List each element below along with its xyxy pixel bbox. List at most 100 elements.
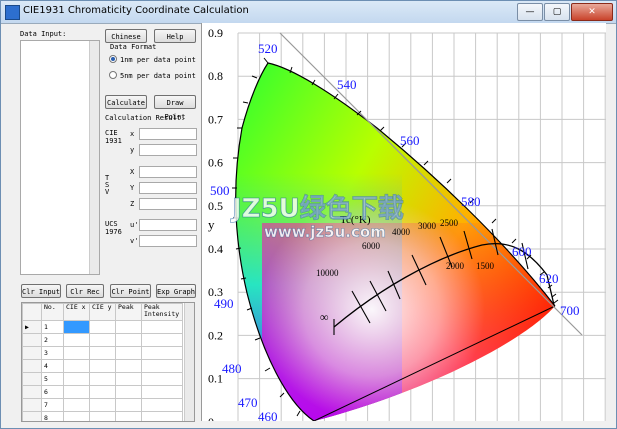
table-cell[interactable] bbox=[115, 385, 142, 399]
table-cell[interactable] bbox=[115, 359, 142, 373]
wavelength-label: 700 bbox=[560, 303, 580, 318]
app-window: CIE1931 Chromaticity Coordinate Calculat… bbox=[0, 0, 617, 429]
table-scrollbar[interactable] bbox=[184, 303, 194, 421]
table-cell[interactable] bbox=[63, 359, 90, 373]
maximize-button[interactable]: ▢ bbox=[544, 3, 570, 21]
table-row[interactable]: 4 bbox=[22, 359, 183, 373]
table-row[interactable]: 8 bbox=[22, 411, 183, 421]
table-cell[interactable] bbox=[63, 385, 90, 399]
table-cell[interactable] bbox=[89, 346, 116, 360]
table-cell[interactable] bbox=[115, 372, 142, 386]
table-row[interactable]: 3 bbox=[22, 346, 183, 360]
ucs-u-field[interactable] bbox=[139, 219, 197, 231]
row-no[interactable]: 1 bbox=[41, 320, 64, 334]
table-cell[interactable] bbox=[63, 398, 90, 412]
temperature-label: 3000 bbox=[418, 221, 437, 231]
row-no[interactable]: 3 bbox=[41, 346, 64, 360]
temperature-label: 4000 bbox=[392, 227, 411, 237]
help-button[interactable]: Help bbox=[154, 29, 196, 43]
chromaticity-diagram[interactable]: 0.90.80.70.60.50.40.30.20.10 y 520540560… bbox=[202, 23, 606, 429]
row-no[interactable]: 8 bbox=[41, 411, 64, 421]
col-header-peak-intensity[interactable]: Peak Intensity bbox=[141, 303, 183, 321]
table-cell[interactable] bbox=[141, 333, 183, 347]
window-title: CIE1931 Chromaticity Coordinate Calculat… bbox=[23, 5, 249, 16]
col-header-cie-y[interactable]: CIE y bbox=[89, 303, 116, 321]
table-row[interactable]: 2 bbox=[22, 333, 183, 347]
y-tick-label: 0 bbox=[208, 415, 214, 421]
temperature-label: 6000 bbox=[362, 241, 381, 251]
row-no[interactable]: 7 bbox=[41, 398, 64, 412]
table-cell[interactable] bbox=[141, 411, 183, 421]
col-header-peak[interactable]: Peak bbox=[115, 303, 142, 321]
cie-x-field[interactable] bbox=[139, 128, 197, 140]
table-cell[interactable] bbox=[141, 385, 183, 399]
table-row[interactable]: 5 bbox=[22, 372, 183, 386]
data-input-textarea[interactable] bbox=[20, 40, 100, 275]
wavelength-label: 480 bbox=[222, 361, 242, 376]
tristimulus-X-field[interactable] bbox=[139, 166, 197, 178]
table-cell[interactable] bbox=[115, 320, 142, 334]
y-tick-label: 0.5 bbox=[208, 199, 223, 213]
cie-y-field[interactable] bbox=[139, 144, 197, 156]
results-table[interactable]: No. CIE x CIE y Peak Peak Intensity ▶ 1 2… bbox=[21, 302, 195, 422]
table-cell[interactable] bbox=[63, 411, 90, 421]
temperature-label: 1500 bbox=[476, 261, 495, 271]
table-row[interactable]: 7 bbox=[22, 398, 183, 412]
temperature-label: ∞ bbox=[320, 310, 329, 324]
table-row[interactable]: ▶ 1 bbox=[22, 320, 183, 334]
minimize-button[interactable]: — bbox=[517, 3, 543, 21]
table-cell[interactable] bbox=[63, 372, 90, 386]
table-cell[interactable] bbox=[89, 359, 116, 373]
table-cell[interactable] bbox=[89, 333, 116, 347]
exp-graph-button[interactable]: Exp Graph bbox=[156, 284, 196, 298]
format-5nm-label: 5nm per data point bbox=[120, 72, 196, 80]
title-bar[interactable]: CIE1931 Chromaticity Coordinate Calculat… bbox=[1, 1, 616, 24]
chinese-button[interactable]: Chinese bbox=[105, 29, 147, 43]
wavelength-label: 500 bbox=[210, 183, 230, 198]
table-cell[interactable] bbox=[89, 411, 116, 421]
clr-input-button[interactable]: Clr Input bbox=[21, 284, 61, 298]
table-cell[interactable] bbox=[89, 398, 116, 412]
col-header-no[interactable]: No. bbox=[41, 303, 64, 321]
chromaticity-chart-panel: 0.90.80.70.60.50.40.30.20.10 y 520540560… bbox=[201, 23, 606, 429]
table-cell[interactable] bbox=[115, 333, 142, 347]
table-cell[interactable] bbox=[141, 346, 183, 360]
format-5nm-radio[interactable] bbox=[109, 71, 117, 79]
col-header-cie-x[interactable]: CIE x bbox=[63, 303, 90, 321]
table-cell[interactable] bbox=[141, 320, 183, 334]
locus-tick bbox=[491, 218, 497, 224]
close-button[interactable]: ✕ bbox=[571, 3, 613, 21]
row-no[interactable]: 6 bbox=[41, 385, 64, 399]
tristimulus-group-label: T S V bbox=[105, 174, 110, 196]
table-cell[interactable] bbox=[115, 346, 142, 360]
table-cell[interactable] bbox=[63, 333, 90, 347]
y-tick-label: 0.9 bbox=[208, 26, 223, 40]
data-input-scrollbar[interactable] bbox=[89, 41, 99, 274]
table-cell[interactable] bbox=[89, 385, 116, 399]
y-tick-label: 0.2 bbox=[208, 328, 223, 342]
wavelength-label: 600 bbox=[512, 244, 532, 259]
table-cell[interactable] bbox=[89, 372, 116, 386]
clr-rec-button[interactable]: Clr Rec bbox=[66, 284, 104, 298]
ucs-v-field[interactable] bbox=[139, 235, 197, 247]
table-cell[interactable] bbox=[141, 372, 183, 386]
clr-point-button[interactable]: Clr Point bbox=[110, 284, 151, 298]
table-cell[interactable] bbox=[115, 411, 142, 421]
table-cell[interactable] bbox=[89, 320, 116, 334]
table-row[interactable]: 6 bbox=[22, 385, 183, 399]
draw-point-button[interactable]: Draw Point bbox=[154, 95, 196, 121]
table-cell[interactable] bbox=[63, 320, 90, 334]
table-cell[interactable] bbox=[63, 346, 90, 360]
table-cell[interactable] bbox=[115, 398, 142, 412]
format-1nm-radio[interactable] bbox=[109, 55, 117, 63]
tristimulus-Z-field[interactable] bbox=[139, 198, 197, 210]
table-cell[interactable] bbox=[141, 398, 183, 412]
y-tick-label: 0.1 bbox=[208, 372, 223, 386]
wavelength-label: 560 bbox=[400, 133, 420, 148]
row-no[interactable]: 5 bbox=[41, 372, 64, 386]
row-no[interactable]: 2 bbox=[41, 333, 64, 347]
row-no[interactable]: 4 bbox=[41, 359, 64, 373]
calculate-button[interactable]: Calculate bbox=[105, 95, 147, 109]
table-cell[interactable] bbox=[141, 359, 183, 373]
tristimulus-Y-field[interactable] bbox=[139, 182, 197, 194]
